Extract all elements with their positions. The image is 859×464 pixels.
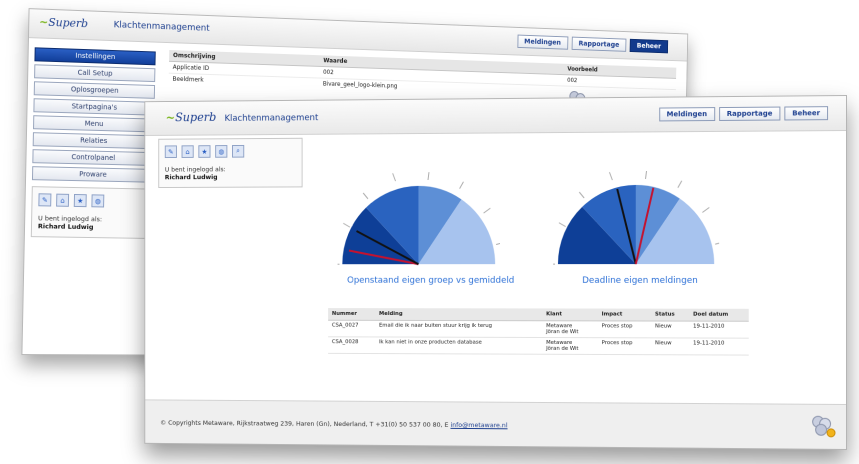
- superb-app-icon: [810, 413, 836, 439]
- sidebar: Instellingen Call Setup Oplosgroepen Sta…: [31, 47, 156, 239]
- pencil-icon[interactable]: ✎: [38, 193, 51, 206]
- col-status: Status: [651, 309, 689, 321]
- home-icon[interactable]: ⌂: [56, 194, 69, 207]
- globe-icon[interactable]: ◍: [91, 194, 104, 207]
- nav-beheer-button[interactable]: Beheer: [630, 39, 669, 54]
- top-nav: Meldingen Rapportage Beheer: [659, 106, 828, 121]
- sidebar-item-oplosgroepen[interactable]: Oplosgroepen: [34, 81, 155, 99]
- footer-copyright: © Copyrights Metaware, Rijkstraatweg 239…: [160, 419, 507, 429]
- cell-impact: Proces stop: [598, 321, 651, 338]
- sidebar-item-controlpanel[interactable]: Controlpanel: [32, 149, 153, 166]
- col-klant: Klant: [542, 308, 598, 320]
- user-name: Richard Ludwig: [38, 222, 146, 232]
- nav-rapportage-button[interactable]: Rapportage: [571, 37, 626, 52]
- globe-icon[interactable]: ◍: [215, 145, 227, 158]
- sidebar-item-startpaginas[interactable]: Startpagina's: [33, 98, 154, 115]
- footer: © Copyrights Metaware, Rijkstraatweg 239…: [145, 399, 846, 449]
- table-header-row: Nummer Melding Klant Impact Status Doel …: [328, 308, 749, 321]
- nav-meldingen-button[interactable]: Meldingen: [659, 107, 715, 121]
- user-box: ✎ ⌂ ★ ◍ U bent ingelogd als: Richard Lud…: [31, 186, 153, 239]
- sidebar-item-proware[interactable]: Proware: [32, 166, 153, 183]
- col-melding: Melding: [375, 308, 542, 321]
- meldingen-table: Nummer Melding Klant Impact Status Doel …: [328, 308, 749, 356]
- cell-status: Nieuw: [651, 321, 689, 338]
- nav-meldingen-button[interactable]: Meldingen: [517, 35, 568, 50]
- gauge-charts: Openstaand eigen groep vs gemiddeld Dead…: [338, 165, 744, 294]
- sidebar-item-instellingen[interactable]: Instellingen: [34, 47, 155, 65]
- search-icon[interactable]: ⌕: [232, 145, 244, 158]
- chart-caption: Openstaand eigen groep vs gemiddeld: [347, 276, 514, 286]
- top-nav: Meldingen Rapportage Beheer: [517, 35, 668, 54]
- sidebar-item-call-setup[interactable]: Call Setup: [34, 64, 155, 82]
- user-box: ✎ ⌂ ★ ◍ ⌕ U bent ingelogd als: Richard L…: [158, 138, 302, 188]
- cell-melding: Email die ik naar buiten stuur krijg ik …: [375, 320, 542, 337]
- app-title: Klachtenmanagement: [114, 20, 210, 33]
- front-window: ~Superb Klachtenmanagement Meldingen Rap…: [144, 95, 847, 450]
- cell-nummer: CSA_0028: [328, 337, 375, 354]
- table-row[interactable]: CSA_0027 Email die ik naar buiten stuur …: [328, 320, 749, 338]
- cell-datum: 19-11-2010: [689, 338, 749, 355]
- col-nummer: Nummer: [328, 308, 375, 320]
- nav-beheer-button[interactable]: Beheer: [784, 106, 828, 120]
- pencil-icon[interactable]: ✎: [165, 145, 177, 158]
- nav-rapportage-button[interactable]: Rapportage: [719, 107, 780, 121]
- front-header: ~Superb Klachtenmanagement Meldingen Rap…: [145, 96, 846, 136]
- chart-caption: Deadline eigen meldingen: [582, 276, 698, 286]
- cell-melding: Ik kan niet in onze producten database: [375, 337, 542, 354]
- home-icon[interactable]: ⌂: [182, 145, 194, 158]
- superb-logo: ~Superb: [39, 16, 88, 31]
- cell-klant: Metaware Jöran de Wit: [542, 337, 598, 354]
- col-doel-datum: Doel datum: [689, 309, 749, 322]
- klant-contact: Jöran de Wit: [546, 346, 594, 352]
- email-link[interactable]: info@metaware.nl: [450, 421, 507, 429]
- app-title: Klachtenmanagement: [225, 113, 319, 123]
- sidebar-item-relaties[interactable]: Relaties: [33, 132, 154, 149]
- favorites-icon[interactable]: ★: [198, 145, 210, 158]
- gauge-deadline: [553, 165, 719, 274]
- favorites-icon[interactable]: ★: [74, 194, 87, 207]
- superb-logo: ~Superb: [166, 110, 217, 124]
- cell-status: Nieuw: [651, 338, 689, 355]
- gauge-openstaand: [338, 166, 500, 274]
- quick-icons: ✎ ⌂ ★ ◍: [38, 193, 146, 208]
- cell-datum: 19-11-2010: [689, 321, 749, 338]
- col-impact: Impact: [598, 309, 651, 321]
- cell-nummer: CSA_0027: [328, 320, 375, 337]
- cell-klant: Metaware Jöran de Wit: [542, 321, 598, 338]
- quick-icons: ✎ ⌂ ★ ◍ ⌕: [165, 145, 296, 158]
- table-row[interactable]: CSA_0028 Ik kan niet in onze producten d…: [328, 337, 749, 355]
- cell-impact: Proces stop: [598, 338, 651, 355]
- sidebar-item-menu[interactable]: Menu: [33, 115, 154, 132]
- user-name: Richard Ludwig: [165, 173, 296, 181]
- klant-contact: Jöran de Wit: [546, 329, 594, 335]
